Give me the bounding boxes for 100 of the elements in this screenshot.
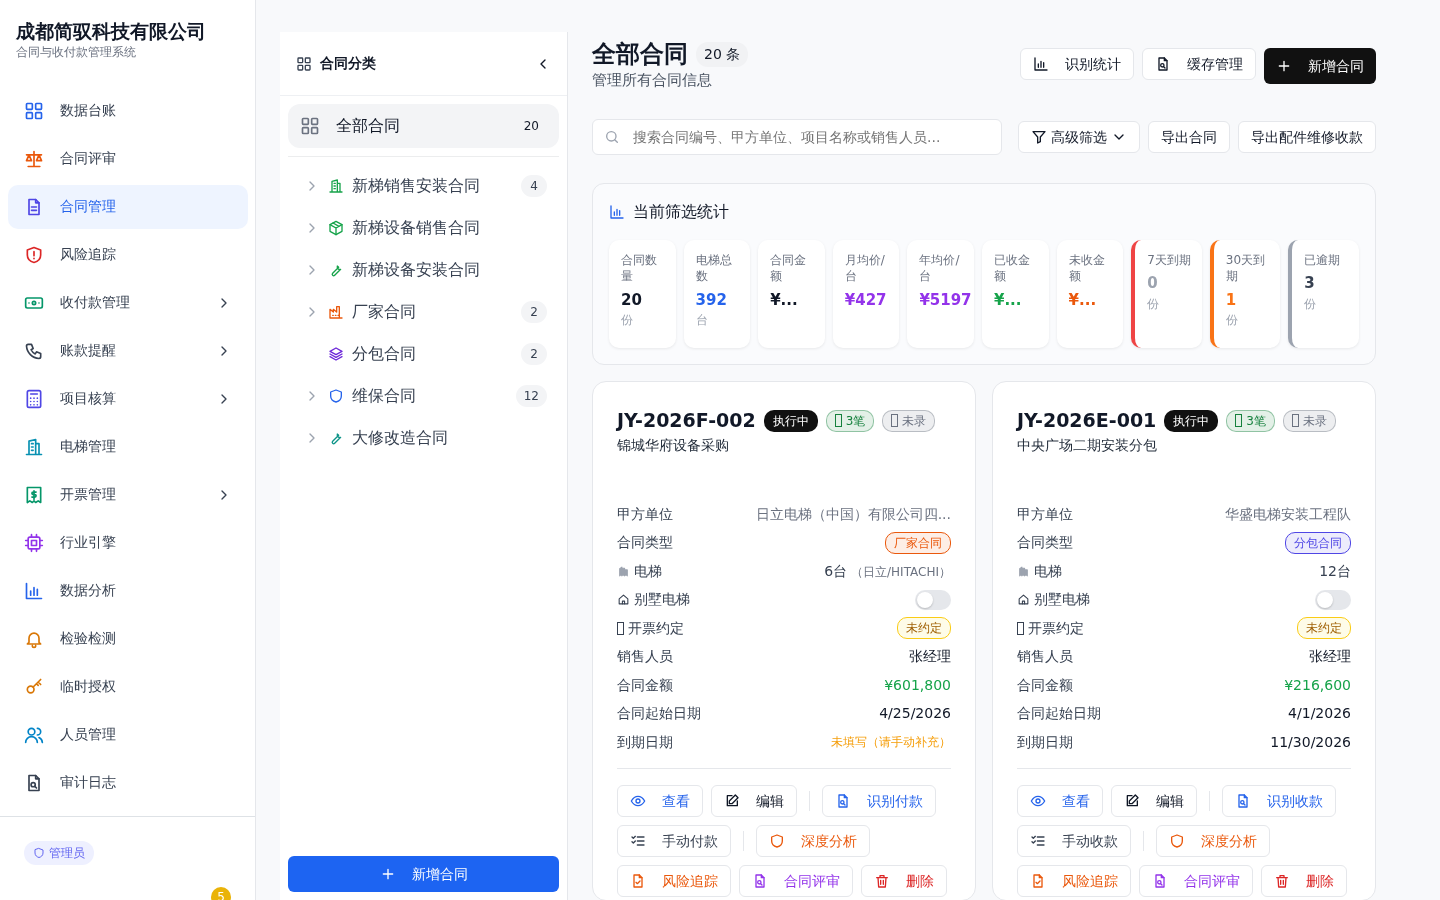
action-button[interactable]: 合同评审 [739, 865, 853, 898]
nav-item[interactable]: 检验检测 [8, 616, 248, 661]
nav-item[interactable]: 合同评审 [8, 136, 248, 181]
category-item[interactable]: 厂家合同 2 [288, 291, 559, 333]
filter-icon [1031, 129, 1047, 146]
count-badge: 12 [515, 385, 547, 407]
action-button[interactable]: 风险追踪 [1017, 865, 1131, 898]
search-icon [604, 129, 620, 146]
stats-title: 当前筛选统计 [633, 201, 729, 224]
stat-value: ¥... [1068, 289, 1097, 311]
category-item[interactable]: 新梯销售安装合同 4 [288, 165, 559, 207]
action-button[interactable]: 风险追踪 [617, 865, 731, 898]
file-check-icon [1030, 873, 1046, 890]
project-name: 中央广场二期安装分包 [1017, 435, 1158, 455]
status-badge: 未录 [1282, 409, 1336, 432]
stat-value: ¥... [770, 289, 798, 311]
stat-label: 7天到期 [1147, 252, 1192, 269]
count-badge: 2 [521, 301, 547, 323]
layers-icon [328, 346, 344, 362]
action-button[interactable]: 深度分析 [1156, 825, 1270, 858]
nav-item[interactable]: 电梯管理 [8, 424, 248, 469]
missing-glyph-icon [891, 414, 899, 428]
toggle-switch[interactable] [915, 589, 951, 610]
status-badge: 未录 [882, 409, 936, 432]
field-value: 华盛电梯安装工程队 [1225, 504, 1351, 524]
category-item[interactable]: 新梯设备销售合同 [288, 207, 559, 249]
action-button[interactable]: 识别收款 [1222, 785, 1336, 818]
action-button[interactable]: 编辑 [711, 785, 797, 818]
category-item[interactable]: 大修改造合同 [288, 417, 559, 459]
nav-item[interactable]: 数据台账 [8, 88, 248, 133]
action-button[interactable]: 编辑 [1111, 785, 1197, 818]
header-button[interactable]: 识别统计 [1020, 48, 1134, 80]
nav-item[interactable]: 收付款管理 [8, 280, 248, 325]
stat-unit: 份 [621, 312, 634, 330]
shield-icon [1169, 833, 1185, 850]
stat-value: 3 [1304, 273, 1315, 295]
action-button[interactable]: 识别付款 [822, 785, 936, 818]
nav-item[interactable]: 数据分析 [8, 568, 248, 613]
nav-item[interactable]: 账款提醒 [8, 328, 248, 373]
bar-chart-icon [1033, 56, 1049, 72]
shield-icon [33, 847, 45, 859]
action-button[interactable]: 合同评审 [1139, 865, 1253, 898]
header-button[interactable]: 新增合同 [1264, 48, 1376, 84]
missing-glyph-icon [617, 621, 624, 635]
field-label: 别墅电梯 [1034, 590, 1090, 610]
status-badge: 3笔 [1226, 409, 1275, 432]
shield-icon [328, 388, 344, 404]
action-button[interactable]: 查看 [617, 785, 703, 818]
action-button[interactable]: 深度分析 [756, 825, 870, 858]
action-button[interactable]: 手动付款 [617, 825, 731, 858]
stat-unit: 台 [695, 312, 709, 330]
stat-label: 月均价/台 [844, 252, 886, 285]
action-button[interactable]: 删除 [1261, 865, 1347, 898]
field-label: 开票约定 [1028, 618, 1084, 638]
page-subtitle: 管理所有合同信息 [592, 69, 713, 91]
field-value: 张经理 [1309, 647, 1351, 667]
category-item[interactable]: 全部合同 20 [288, 104, 559, 148]
stat-label: 30天到期 [1225, 252, 1267, 285]
type-tag: 分包合同 [1285, 531, 1351, 554]
grid-icon [300, 116, 320, 136]
header-button[interactable]: 缓存管理 [1142, 48, 1256, 80]
add-contract-button[interactable]: 新增合同 [288, 856, 559, 892]
nav-item[interactable]: 临时授权 [8, 664, 248, 709]
field-label: 合同起始日期 [1017, 704, 1101, 724]
action-button[interactable]: 删除 [861, 865, 947, 898]
filter-dropdown[interactable]: 高级筛选 [1018, 121, 1140, 154]
receipt-icon [24, 484, 44, 505]
count-badge: 4 [521, 175, 547, 197]
action-button[interactable]: 手动收款 [1017, 825, 1131, 858]
export-button[interactable]: 导出配件维修收款 [1238, 121, 1376, 154]
home-icon [1017, 593, 1030, 607]
trash-icon [874, 873, 890, 890]
nav-item[interactable]: 项目核算 [8, 376, 248, 421]
category-item[interactable]: 新梯设备安装合同 [288, 249, 559, 291]
building-icon [24, 436, 44, 457]
nav-item[interactable]: 风险追踪 [8, 232, 248, 277]
nav-item[interactable]: 合同管理 [8, 184, 248, 229]
field-label: 到期日期 [1017, 732, 1073, 752]
stat-value: ¥427 [844, 289, 887, 311]
action-button[interactable]: 查看 [1017, 785, 1103, 818]
stat-label: 未收金额 [1068, 252, 1106, 285]
type-tag: 厂家合同 [885, 531, 951, 554]
nav-item[interactable]: 开票管理 [8, 472, 248, 517]
category-item[interactable]: 维保合同 12 [288, 375, 559, 417]
count-badge: 2 [521, 343, 547, 365]
nav-item[interactable]: 审计日志 [8, 760, 248, 805]
building-icon [328, 178, 344, 194]
missing-glyph-icon [1235, 414, 1243, 428]
field-value: 张经理 [909, 647, 951, 667]
category-item[interactable]: 分包合同 2 [288, 333, 559, 375]
search-field[interactable]: 搜索合同编号、甲方单位、项目名称或销售人员... [592, 119, 1002, 156]
field-label: 合同类型 [1017, 533, 1073, 553]
nav-item[interactable]: 行业引擎 [8, 520, 248, 565]
stat-label: 已收金额 [993, 252, 1031, 285]
bar-chart-icon [609, 204, 625, 221]
nav-item[interactable]: 人员管理 [8, 712, 248, 757]
toggle-switch[interactable] [1315, 589, 1351, 610]
factory-icon [328, 304, 344, 320]
stat-value: 1 [1225, 289, 1237, 311]
export-button[interactable]: 导出合同 [1148, 121, 1230, 154]
